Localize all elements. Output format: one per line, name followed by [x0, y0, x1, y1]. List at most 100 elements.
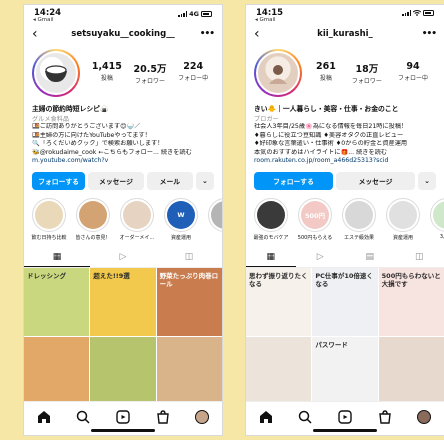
story-highlight[interactable]: be [206, 197, 222, 241]
story-highlight[interactable]: 飲む日持ち比較 [30, 197, 68, 241]
bio-line: 🔍「ろくだいめクック」で検索お願いします！ [32, 140, 164, 147]
suggested-accounts-button[interactable]: ⌄ [195, 171, 214, 190]
story-highlight[interactable]: 最強のモバケア [252, 197, 290, 241]
back-chevron-icon[interactable]: ‹ [254, 27, 270, 41]
tab-tagged[interactable]: ◫ [395, 248, 444, 267]
post-thumbnail[interactable]: 思わず振り返りたくなる [246, 267, 312, 336]
post-thumbnail[interactable] [156, 336, 222, 405]
search-icon[interactable] [296, 408, 314, 426]
tab-tagged[interactable]: ◫ [156, 248, 222, 267]
story-highlight[interactable]: エステ級効果 [340, 197, 378, 241]
message-button[interactable]: メッセージ [88, 171, 144, 190]
stat-posts[interactable]: 1,415 投稿 [92, 61, 122, 85]
highlight-label: 最強のモバケア [253, 234, 289, 241]
email-button[interactable]: メール [146, 171, 193, 190]
display-name: きい🐥｜一人暮らし・美容・仕事・お金のこと [254, 105, 399, 113]
story-highlight[interactable]: 資産運用 [384, 197, 422, 241]
highlight-label: 3,000 [439, 233, 444, 240]
highlight-cover-text [211, 200, 222, 229]
suggested-accounts-button[interactable]: ⌄ [418, 171, 436, 190]
bio-line: 社会人3年目/25歳🌸為になる情報を毎日21時に投稿！ [254, 123, 408, 130]
stat-followers[interactable]: 18万 フォロワー [352, 61, 382, 85]
tab-reels[interactable]: ▷ [90, 248, 156, 267]
back-to-app-link[interactable]: ◂ Gmail [255, 17, 276, 23]
profile-avatar-icon[interactable] [417, 410, 432, 424]
bio-link[interactable]: m.youtube.com/watch?v [32, 157, 214, 166]
tab-guides[interactable]: ▤ [345, 248, 395, 267]
post-caption-overlay: ドレッシング [27, 271, 66, 280]
stat-following[interactable]: 94 フォロー中 [398, 61, 428, 85]
bio-line[interactable]: 本気のおすすめはハイライトに🎁... 続きを読む [254, 149, 436, 158]
bio-line: 🍱ご訪問ありがとうございます😊🍚／ [32, 123, 141, 130]
post-thumbnail[interactable]: 500円もらわないと大損です [378, 267, 444, 336]
reels-nav-icon[interactable] [114, 408, 132, 426]
bottom-navigation [246, 401, 444, 435]
home-icon[interactable] [257, 408, 275, 426]
home-icon[interactable] [35, 408, 53, 426]
post-thumbnail[interactable]: パスワード [312, 336, 378, 405]
story-ring[interactable] [32, 49, 80, 97]
grid-icon: ▦ [52, 251, 62, 262]
profile-bio: 主婦の節約時短レシピ🍙 グルメ食料品 🍱ご訪問ありがとうございます😊🍚／ 🍱主婦… [24, 101, 222, 166]
post-thumbnail[interactable] [24, 336, 90, 405]
post-thumbnail[interactable]: PC仕事が10倍速くなる [312, 267, 378, 336]
highlight-cover: 500円 [298, 197, 332, 232]
more-options-icon[interactable]: ••• [420, 29, 437, 39]
battery-icon [423, 10, 434, 16]
follow-button[interactable]: フォローする [32, 171, 86, 190]
highlight-cover [120, 197, 154, 232]
more-options-icon[interactable]: ••• [198, 29, 215, 39]
story-highlight[interactable]: 皆さんの意見！ [74, 197, 112, 241]
post-thumbnail[interactable]: 野菜たっぷり肉巻ロール [156, 267, 222, 336]
bio-line[interactable]: 🐝@rokudaime_cook ←こちらもフォロー... 続きを読む [32, 149, 214, 158]
post-thumbnail[interactable]: ドレッシング [24, 267, 90, 336]
highlight-cover [208, 197, 222, 232]
post-grid: 思わず振り返りたくなる PC仕事が10倍速くなる 500円もらわないと大損ですパスワ… [246, 267, 444, 405]
post-thumbnail[interactable] [90, 336, 156, 405]
post-caption-overlay: パスワード [315, 340, 348, 349]
profile-avatar-icon[interactable] [195, 410, 210, 424]
portrait-icon [269, 65, 287, 84]
story-highlight[interactable]: 500円 500円もらえる [296, 197, 334, 241]
shop-icon[interactable] [154, 408, 172, 426]
right-phone-screen: 14:15 ◂ Gmail ‹ kii_kurashi_ ••• 261 投稿 1… [245, 4, 444, 436]
story-ring[interactable] [254, 49, 302, 97]
tagged-icon: ◫ [414, 252, 424, 262]
post-thumbnail[interactable] [378, 336, 444, 405]
post-caption-overlay: 超えた!!9選 [93, 271, 130, 280]
post-thumbnail[interactable]: 超えた!!9選 [90, 267, 156, 336]
story-highlight[interactable]: W 資産運用 [162, 197, 200, 241]
tab-posts-grid[interactable]: ▦ [246, 248, 296, 267]
avatar [256, 51, 300, 95]
story-highlight[interactable]: オーダーメイ… [118, 197, 156, 241]
back-to-app-link[interactable]: ◂ Gmail [33, 17, 54, 23]
stat-followers[interactable]: 20.5万 フォロワー [134, 61, 167, 85]
highlight-cover: W [164, 197, 198, 232]
highlight-cover-text [35, 200, 63, 229]
profile-handle: setsuyaku__cooking__ [71, 29, 175, 39]
avatar [34, 51, 78, 95]
post-thumbnail[interactable] [246, 336, 312, 405]
story-highlights: 飲む日持ち比較 皆さんの意見！ オーダーメイ… W 資産運用 be [24, 190, 222, 241]
back-chevron-icon[interactable]: ‹ [32, 27, 48, 41]
message-button[interactable]: メッセージ [336, 171, 415, 190]
guides-icon: ▤ [365, 252, 374, 262]
category-label: グルメ食料品 [32, 116, 70, 123]
profile-handle: kii_kurashi_ [317, 29, 373, 39]
shop-icon[interactable] [376, 408, 394, 426]
follow-button[interactable]: フォローする [254, 171, 333, 190]
tab-posts-grid[interactable]: ▦ [24, 248, 90, 267]
network-type: 4G [189, 10, 199, 18]
highlight-cover [254, 197, 288, 232]
profile-tabs: ▦ ▷ ◫ [24, 248, 222, 268]
highlight-cover-text [345, 200, 373, 229]
stat-posts[interactable]: 261 投稿 [316, 61, 336, 85]
highlight-label: 500円もらえる [297, 234, 333, 241]
bio-link[interactable]: room.rakuten.co.jp/room_a466d25313?scid [254, 157, 436, 166]
stat-following[interactable]: 224 フォロー中 [178, 61, 208, 85]
search-icon[interactable] [74, 408, 92, 426]
tab-reels[interactable]: ▷ [296, 248, 346, 267]
story-highlight[interactable]: 3,000 [428, 197, 444, 241]
reels-nav-icon[interactable] [336, 408, 354, 426]
post-caption-overlay: 500円もらわないと大損です [381, 271, 441, 288]
